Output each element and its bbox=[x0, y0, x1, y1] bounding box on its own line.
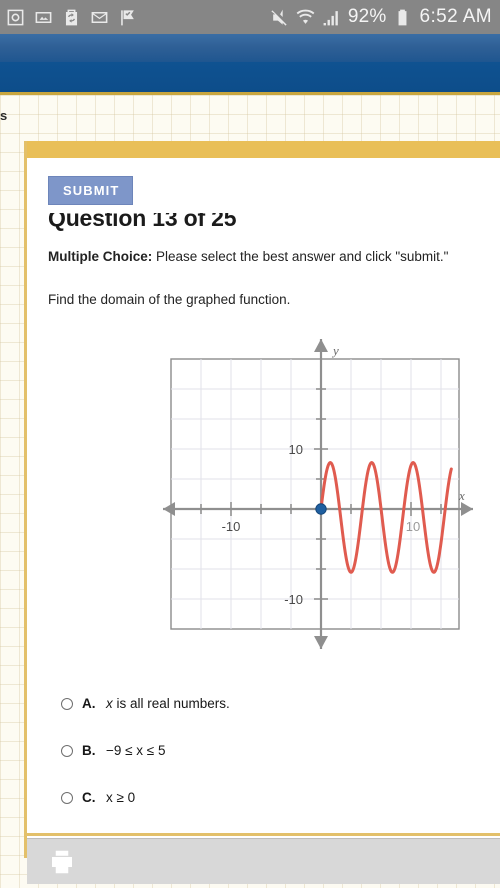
app-header-band-upper bbox=[0, 34, 500, 62]
instruction-line: Multiple Choice: Please select the best … bbox=[48, 248, 500, 266]
clipboard-sync-icon bbox=[65, 9, 78, 25]
question-card: SUBMIT Question 13 of 25 Multiple Choice… bbox=[24, 141, 500, 858]
mute-icon bbox=[271, 9, 287, 26]
option-a-var: x bbox=[106, 696, 113, 711]
option-c-text: x ≥ 0 bbox=[106, 790, 136, 805]
origin-point-marker bbox=[315, 503, 327, 515]
submit-button[interactable]: SUBMIT bbox=[48, 176, 134, 205]
option-c[interactable]: C. x ≥ 0 bbox=[61, 774, 481, 821]
print-button[interactable] bbox=[45, 847, 79, 877]
radio-b[interactable] bbox=[61, 744, 73, 757]
footer-toolbar bbox=[27, 838, 500, 884]
status-notification-icons bbox=[6, 8, 137, 27]
page-title: Question 13 of 25 bbox=[48, 213, 237, 231]
radio-a[interactable] bbox=[61, 697, 73, 710]
instruction-text: Please select the best answer and click … bbox=[152, 249, 449, 264]
y-axis-label: y bbox=[331, 343, 339, 358]
answer-options: A. x is all real numbers. B. −9 ≤ x ≤ 5 … bbox=[61, 680, 481, 858]
option-a[interactable]: A. x is all real numbers. bbox=[61, 680, 481, 727]
photo-icon bbox=[35, 11, 52, 23]
flag-check-icon bbox=[121, 9, 134, 25]
app-header-band-lower bbox=[0, 62, 500, 92]
battery-icon bbox=[399, 9, 407, 25]
option-b-letter: B. bbox=[82, 743, 96, 758]
x-tick-label-10: 10 bbox=[406, 519, 420, 534]
signal-bars-icon bbox=[323, 10, 338, 25]
wifi-icon bbox=[296, 9, 315, 24]
option-a-letter: A. bbox=[82, 696, 96, 711]
graph-svg: 10 -10 -10 10 y x bbox=[163, 339, 473, 649]
battery-percent-label: 92% bbox=[347, 6, 387, 27]
x-tick-label-neg10: -10 bbox=[222, 519, 241, 534]
function-graph: 10 -10 -10 10 y x bbox=[163, 339, 473, 649]
y-tick-label-neg10: -10 bbox=[284, 592, 303, 607]
plot-frame bbox=[170, 358, 460, 630]
page-title-clip: Question 13 of 25 bbox=[48, 213, 500, 239]
printer-icon bbox=[52, 850, 72, 874]
status-system-icons: 92% 6:52 AM bbox=[270, 6, 492, 28]
card-body: SUBMIT Question 13 of 25 Multiple Choice… bbox=[27, 158, 500, 858]
left-edge-text-fragment: s bbox=[0, 108, 8, 123]
card-accent-bar bbox=[27, 141, 500, 158]
status-clock: 6:52 AM bbox=[419, 6, 492, 27]
envelope-icon bbox=[91, 11, 108, 23]
x-axis-label: x bbox=[458, 488, 465, 503]
y-tick-label-10: 10 bbox=[289, 442, 303, 457]
option-c-letter: C. bbox=[82, 790, 96, 805]
camera-icon bbox=[7, 9, 24, 25]
instruction-label: Multiple Choice: bbox=[48, 249, 153, 264]
radio-c[interactable] bbox=[61, 791, 73, 804]
footer-gold-divider bbox=[24, 833, 500, 836]
question-prompt: Find the domain of the graphed function. bbox=[48, 292, 291, 308]
option-b[interactable]: B. −9 ≤ x ≤ 5 bbox=[61, 727, 481, 774]
option-a-text: x is all real numbers. bbox=[106, 696, 230, 711]
option-a-rest: is all real numbers. bbox=[112, 696, 230, 711]
android-status-bar: 92% 6:52 AM bbox=[0, 0, 500, 34]
option-b-text: −9 ≤ x ≤ 5 bbox=[106, 743, 166, 758]
